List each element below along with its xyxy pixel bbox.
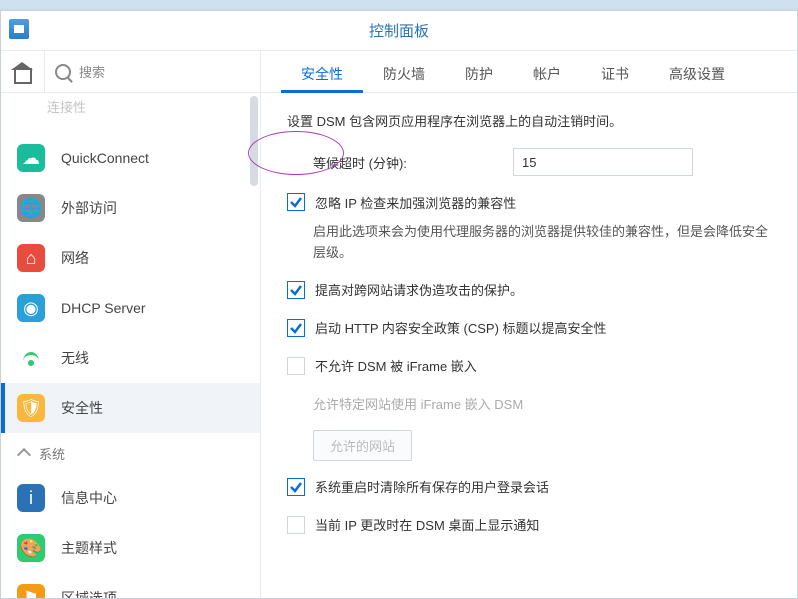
sidebar: 搜索 连接性 ☁ QuickConnect 🌐 外部访问 ⌂ 网络 bbox=[1, 51, 261, 598]
app-icon bbox=[9, 19, 29, 39]
tab-account[interactable]: 帐户 bbox=[513, 54, 581, 92]
search-placeholder: 搜索 bbox=[79, 62, 105, 81]
row-csp: 启动 HTTP 内容安全政策 (CSP) 标题以提高安全性 bbox=[287, 316, 771, 340]
tab-firewall[interactable]: 防火墙 bbox=[363, 54, 445, 92]
row-csrf: 提高对跨网站请求伪造攻击的保护。 bbox=[287, 278, 771, 302]
sidebar-item-label: DHCP Server bbox=[61, 300, 146, 316]
label-clear-sessions: 系统重启时清除所有保存的用户登录会话 bbox=[315, 477, 549, 496]
sidebar-item-label: QuickConnect bbox=[61, 150, 149, 166]
timeout-row: 等候超时 (分钟): bbox=[287, 148, 771, 176]
info-icon: i bbox=[17, 484, 45, 512]
sidebar-item-label: 区域选项 bbox=[61, 588, 117, 598]
timeout-input[interactable] bbox=[513, 148, 693, 176]
window-title: 控制面板 bbox=[369, 20, 429, 41]
row-allowed-btn: 允许的网站 bbox=[287, 430, 771, 461]
settings-pane: 设置 DSM 包含网页应用程序在浏览器上的自动注销时间。 等候超时 (分钟): … bbox=[261, 93, 797, 598]
sidebar-item-info[interactable]: i 信息中心 bbox=[1, 473, 260, 523]
checkbox-iframe[interactable] bbox=[287, 357, 305, 375]
control-panel-window: 控制面板 搜索 连接性 ☁ QuickConnect bbox=[0, 10, 798, 599]
sidebar-top: 搜索 bbox=[1, 51, 260, 93]
checkbox-clear-sessions[interactable] bbox=[287, 478, 305, 496]
sidebar-item-quickconnect[interactable]: ☁ QuickConnect bbox=[1, 133, 260, 183]
label-iframe: 不允许 DSM 被 iFrame 嵌入 bbox=[315, 356, 477, 375]
sidebar-item-label: 外部访问 bbox=[61, 198, 117, 218]
row-iframe-sub: 允许特定网站使用 iFrame 嵌入 DSM bbox=[287, 392, 771, 416]
sidebar-truncated-top[interactable]: 连接性 bbox=[1, 93, 260, 119]
flag-icon: ⚑ bbox=[17, 584, 45, 598]
sidebar-item-network[interactable]: ⌂ 网络 bbox=[1, 233, 260, 283]
sidebar-item-region[interactable]: ⚑ 区域选项 bbox=[1, 573, 260, 598]
sidebar-item-security[interactable]: 🛡 安全性 bbox=[1, 383, 260, 433]
sidebar-section-system[interactable]: 系统 bbox=[1, 433, 260, 473]
section-label: 系统 bbox=[39, 444, 65, 463]
label-csrf: 提高对跨网站请求伪造攻击的保护。 bbox=[315, 280, 523, 299]
row-iframe: 不允许 DSM 被 iFrame 嵌入 bbox=[287, 354, 771, 378]
home-icon bbox=[12, 62, 34, 82]
sidebar-item-theme[interactable]: 🎨 主题样式 bbox=[1, 523, 260, 573]
label-iframe-sub: 允许特定网站使用 iFrame 嵌入 DSM bbox=[313, 394, 523, 413]
shield-icon: 🛡 bbox=[17, 394, 45, 422]
home-button[interactable] bbox=[1, 51, 45, 93]
row-ip-notify: 当前 IP 更改时在 DSM 桌面上显示通知 bbox=[287, 513, 771, 537]
row-clear-sessions: 系统重启时清除所有保存的用户登录会话 bbox=[287, 475, 771, 499]
sidebar-item-label: 信息中心 bbox=[61, 488, 117, 508]
body: 搜索 连接性 ☁ QuickConnect 🌐 外部访问 ⌂ 网络 bbox=[1, 51, 797, 598]
tab-protection[interactable]: 防护 bbox=[445, 54, 513, 92]
sidebar-item-label: 主题样式 bbox=[61, 538, 117, 558]
network-icon: ⌂ bbox=[17, 244, 45, 272]
hint-ip-check: 启用此选项来会为使用代理服务器的浏览器提供较佳的兼容性，但是会降低安全层级。 bbox=[313, 222, 771, 264]
search-box[interactable]: 搜索 bbox=[45, 62, 260, 81]
palette-icon: 🎨 bbox=[17, 534, 45, 562]
sidebar-item-label: 网络 bbox=[61, 248, 89, 268]
globe-icon: 🌐 bbox=[17, 194, 45, 222]
chevron-up-icon bbox=[17, 448, 31, 462]
label-ip-check: 忽略 IP 检查来加强浏览器的兼容性 bbox=[315, 193, 516, 212]
dhcp-icon: ◉ bbox=[17, 294, 45, 322]
sidebar-item-label: 安全性 bbox=[61, 398, 103, 418]
label-ip-notify: 当前 IP 更改时在 DSM 桌面上显示通知 bbox=[315, 515, 539, 534]
label-csp: 启动 HTTP 内容安全政策 (CSP) 标题以提高安全性 bbox=[315, 318, 607, 337]
tab-bar: 安全性 防火墙 防护 帐户 证书 高级设置 bbox=[261, 51, 797, 93]
titlebar: 控制面板 bbox=[1, 11, 797, 51]
sidebar-item-external[interactable]: 🌐 外部访问 bbox=[1, 183, 260, 233]
search-icon bbox=[55, 64, 71, 80]
checkbox-csrf[interactable] bbox=[287, 281, 305, 299]
checkbox-csp[interactable] bbox=[287, 319, 305, 337]
sidebar-item-wireless[interactable]: 无线 bbox=[1, 333, 260, 383]
wifi-icon bbox=[17, 344, 45, 372]
quickconnect-icon: ☁ bbox=[17, 144, 45, 172]
pane-description: 设置 DSM 包含网页应用程序在浏览器上的自动注销时间。 bbox=[287, 111, 771, 130]
sidebar-scroll: 连接性 ☁ QuickConnect 🌐 外部访问 ⌂ 网络 ◉ DHCP Se… bbox=[1, 93, 260, 598]
allowed-sites-button[interactable]: 允许的网站 bbox=[313, 430, 412, 461]
checkbox-ip-notify[interactable] bbox=[287, 516, 305, 534]
tab-certificate[interactable]: 证书 bbox=[581, 54, 649, 92]
sidebar-item-dhcp[interactable]: ◉ DHCP Server bbox=[1, 283, 260, 333]
tab-security[interactable]: 安全性 bbox=[281, 54, 363, 92]
content: 安全性 防火墙 防护 帐户 证书 高级设置 设置 DSM 包含网页应用程序在浏览… bbox=[261, 51, 797, 598]
checkbox-ip-check[interactable] bbox=[287, 193, 305, 211]
sidebar-scrollbar[interactable] bbox=[250, 96, 258, 186]
row-ip-check: 忽略 IP 检查来加强浏览器的兼容性 bbox=[287, 190, 771, 214]
tab-advanced[interactable]: 高级设置 bbox=[649, 54, 745, 92]
sidebar-item-label: 无线 bbox=[61, 348, 89, 368]
timeout-label: 等候超时 (分钟): bbox=[313, 153, 513, 172]
